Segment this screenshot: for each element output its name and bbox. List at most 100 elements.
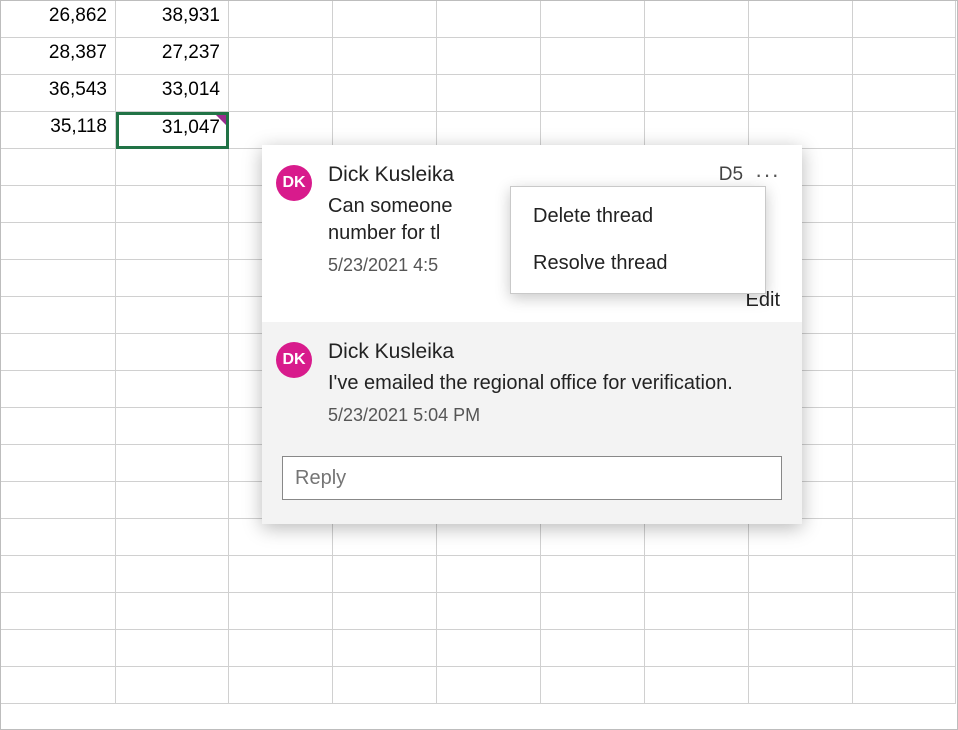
cell[interactable] <box>541 519 645 556</box>
cell[interactable] <box>333 1 437 38</box>
cell[interactable]: 36,543 <box>1 75 116 112</box>
cell[interactable] <box>541 112 645 149</box>
cell[interactable]: 38,931 <box>116 1 229 38</box>
cell[interactable] <box>229 519 333 556</box>
cell[interactable] <box>645 112 749 149</box>
cell[interactable] <box>645 75 749 112</box>
cell[interactable] <box>853 297 956 334</box>
selected-cell[interactable]: 31,047 <box>116 112 229 149</box>
cell[interactable] <box>1 408 116 445</box>
cell[interactable] <box>749 667 853 704</box>
cell[interactable] <box>333 38 437 75</box>
cell[interactable]: 35,118 <box>1 112 116 149</box>
cell[interactable] <box>541 630 645 667</box>
cell[interactable] <box>853 556 956 593</box>
cell[interactable] <box>333 667 437 704</box>
cell[interactable]: 26,862 <box>1 1 116 38</box>
cell[interactable] <box>853 260 956 297</box>
cell[interactable] <box>1 667 116 704</box>
cell[interactable] <box>116 149 229 186</box>
cell[interactable] <box>1 149 116 186</box>
cell[interactable] <box>853 371 956 408</box>
cell[interactable] <box>116 297 229 334</box>
cell[interactable] <box>437 1 541 38</box>
cell[interactable] <box>853 593 956 630</box>
reply-input[interactable] <box>282 456 782 500</box>
cell[interactable] <box>116 260 229 297</box>
cell[interactable] <box>541 1 645 38</box>
cell[interactable] <box>853 223 956 260</box>
cell[interactable] <box>229 630 333 667</box>
cell[interactable] <box>116 519 229 556</box>
cell[interactable] <box>1 482 116 519</box>
cell[interactable] <box>853 75 956 112</box>
cell[interactable] <box>1 630 116 667</box>
cell[interactable] <box>645 1 749 38</box>
cell[interactable] <box>116 482 229 519</box>
cell[interactable] <box>1 223 116 260</box>
cell[interactable] <box>437 519 541 556</box>
cell[interactable] <box>645 556 749 593</box>
cell[interactable] <box>229 593 333 630</box>
cell[interactable] <box>853 408 956 445</box>
cell[interactable] <box>229 667 333 704</box>
cell[interactable]: 28,387 <box>1 38 116 75</box>
cell[interactable] <box>116 556 229 593</box>
cell[interactable] <box>333 593 437 630</box>
cell[interactable] <box>645 519 749 556</box>
cell[interactable] <box>749 556 853 593</box>
cell[interactable] <box>229 75 333 112</box>
cell[interactable] <box>1 334 116 371</box>
cell[interactable] <box>116 593 229 630</box>
cell[interactable] <box>853 667 956 704</box>
cell[interactable] <box>853 149 956 186</box>
cell[interactable] <box>541 556 645 593</box>
cell[interactable] <box>853 112 956 149</box>
cell[interactable] <box>853 630 956 667</box>
cell[interactable] <box>437 75 541 112</box>
cell[interactable] <box>437 112 541 149</box>
cell[interactable] <box>437 630 541 667</box>
cell[interactable] <box>437 556 541 593</box>
cell[interactable] <box>333 112 437 149</box>
cell[interactable] <box>1 186 116 223</box>
cell[interactable] <box>1 445 116 482</box>
cell[interactable] <box>749 112 853 149</box>
cell[interactable] <box>116 186 229 223</box>
cell[interactable] <box>749 38 853 75</box>
cell[interactable] <box>229 1 333 38</box>
cell[interactable] <box>116 334 229 371</box>
cell[interactable] <box>853 482 956 519</box>
cell[interactable]: 27,237 <box>116 38 229 75</box>
cell[interactable] <box>1 297 116 334</box>
cell[interactable] <box>333 556 437 593</box>
cell[interactable] <box>437 667 541 704</box>
menu-item-delete-thread[interactable]: Delete thread <box>511 193 765 240</box>
cell[interactable] <box>437 38 541 75</box>
cell[interactable] <box>333 75 437 112</box>
cell[interactable] <box>541 75 645 112</box>
cell[interactable] <box>541 667 645 704</box>
cell[interactable] <box>116 667 229 704</box>
cell[interactable] <box>645 38 749 75</box>
cell[interactable] <box>645 667 749 704</box>
cell[interactable] <box>116 445 229 482</box>
menu-item-resolve-thread[interactable]: Resolve thread <box>511 240 765 287</box>
cell[interactable] <box>853 38 956 75</box>
cell[interactable] <box>229 112 333 149</box>
cell[interactable] <box>1 260 116 297</box>
cell[interactable] <box>116 223 229 260</box>
cell[interactable] <box>116 630 229 667</box>
cell[interactable] <box>229 556 333 593</box>
cell[interactable] <box>116 408 229 445</box>
cell[interactable] <box>1 593 116 630</box>
cell[interactable] <box>1 556 116 593</box>
cell[interactable] <box>645 630 749 667</box>
cell[interactable] <box>333 630 437 667</box>
cell[interactable] <box>1 371 116 408</box>
cell[interactable] <box>645 593 749 630</box>
cell[interactable] <box>749 593 853 630</box>
cell[interactable] <box>853 186 956 223</box>
cell[interactable] <box>853 519 956 556</box>
cell[interactable] <box>541 38 645 75</box>
